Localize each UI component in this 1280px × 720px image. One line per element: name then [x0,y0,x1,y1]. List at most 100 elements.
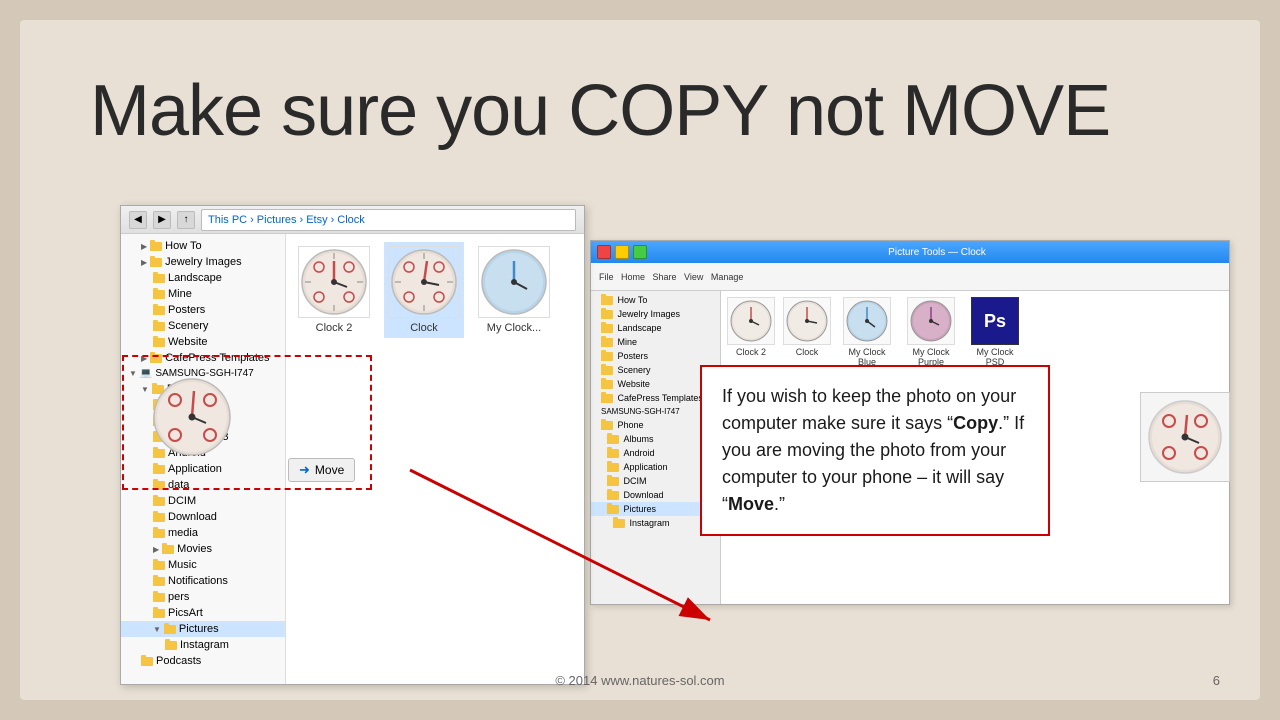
ss-thumb-img-2 [783,297,831,345]
red-arrow [390,450,770,665]
fe-tree-landscape[interactable]: Landscape [121,270,285,286]
ss-thumb-4: My Clock Purple [903,297,959,367]
tree-label: Movies [177,543,212,555]
fe-tree-website[interactable]: Website [121,334,285,350]
folder-icon [153,306,165,315]
breadcrumb-part-3[interactable]: Etsy [306,214,327,226]
fe-thumb-myclk[interactable]: My Clock... [474,242,554,338]
tree-label: Mine [168,288,192,300]
fe-tree-podcasts[interactable]: Podcasts [121,653,285,669]
move-tooltip: ➜ Move [288,458,355,482]
info-text-end: .” [774,494,785,514]
folder-icon [153,529,165,538]
ss-thumb-img-4 [907,297,955,345]
folder-icon [153,274,165,283]
fe-tree-picsart[interactable]: PicsArt [121,605,285,621]
fe-thumb-label-clock: Clock [410,322,438,334]
fe-thumb-clock[interactable]: Clock [384,242,464,338]
fe-tree-instagram[interactable]: Instagram [121,637,285,653]
move-arrow-icon: ➜ [299,462,310,478]
fe-thumb-img-clock2 [298,246,370,318]
close-btn[interactable] [597,245,611,259]
breadcrumb[interactable]: This PC › Pictures › Etsy › Clock [201,209,576,231]
ss-item: Posters [591,349,720,363]
fe-thumb-clock2[interactable]: Clock 2 [294,242,374,338]
tree-label: media [168,527,198,539]
tree-label: Download [168,511,217,523]
fe-tree-download[interactable]: Download [121,509,285,525]
expand-icon: ▶ [153,545,159,554]
ss-thumbnails: Clock 2 Clock [727,297,1223,367]
fe-tree-music[interactable]: Music [121,557,285,573]
ss-thumb-label-5: My Clock PSD [967,347,1023,367]
tree-label: Podcasts [156,655,201,667]
fe-tree-pictures[interactable]: ▼ Pictures [121,621,285,637]
folder-icon [164,625,176,634]
fe-titlebar: ◀ ▶ ↑ This PC › Pictures › Etsy › Clock [121,206,584,234]
breadcrumb-part-4[interactable]: Clock [337,214,365,226]
folder-icon [153,593,165,602]
toolbar-tabs: File Home Share View Manage [595,272,747,282]
ss-item: How To [591,293,720,307]
ss-thumb-label-1: Clock 2 [736,347,766,357]
fe-tree-jewelry[interactable]: ▶ Jewelry Images [121,254,285,270]
forward-btn[interactable]: ▶ [153,211,171,229]
ss-item: Landscape [591,321,720,335]
fe-tree-pers[interactable]: pers [121,589,285,605]
ss-thumb-img-1 [727,297,775,345]
max-btn[interactable] [633,245,647,259]
folder-icon [141,657,153,666]
folder-icon [153,513,165,522]
tree-label: DCIM [168,495,196,507]
breadcrumb-part-2[interactable]: Pictures [257,214,297,226]
ss-thumb-5: Ps My Clock PSD [967,297,1023,367]
fe-tree-posters[interactable]: Posters [121,302,285,318]
tree-label: pers [168,591,189,603]
ss-thumb-img-3 [843,297,891,345]
folder-icon [165,641,177,650]
breadcrumb-part-1[interactable]: This PC [208,214,247,226]
fe-tree-dcim[interactable]: DCIM [121,493,285,509]
fe-tree-mine[interactable]: Mine [121,286,285,302]
fe-thumb-img-clock [388,246,460,318]
ss-item: Mine [591,335,720,349]
fe-tree-scenery[interactable]: Scenery [121,318,285,334]
folder-icon [150,242,162,251]
ss-thumb-img-5: Ps [971,297,1019,345]
folder-icon [153,290,165,299]
folder-icon [153,322,165,331]
fe-tree-movies[interactable]: ▶ Movies [121,541,285,557]
min-btn[interactable] [615,245,629,259]
ss-thumb-1: Clock 2 [727,297,775,367]
main-title: Make sure you COPY not MOVE [90,70,1110,152]
up-btn[interactable]: ↑ [177,211,195,229]
back-btn[interactable]: ◀ [129,211,147,229]
fe-thumb-label-clock2: Clock 2 [316,322,353,334]
ss-thumb-label-4: My Clock Purple [903,347,959,367]
dragging-clock [150,375,235,460]
tree-label: Notifications [168,575,228,587]
folder-icon [153,609,165,618]
ss-item: Jewelry Images [591,307,720,321]
tree-label: Scenery [168,320,208,332]
fe-thumb-img-myclk [478,246,550,318]
expand-icon: ▼ [153,625,161,634]
fe-tree-media[interactable]: media [121,525,285,541]
folder-icon [153,338,165,347]
fe-thumb-label-myclk: My Clock... [487,322,541,334]
folder-icon [153,561,165,570]
screenshot-title: Picture Tools — Clock [651,247,1223,258]
expand-icon: ▶ [141,242,147,251]
tree-label: Landscape [168,272,222,284]
tree-label: Website [168,336,208,348]
tree-label: Music [168,559,197,571]
tree-label: Pictures [179,623,219,635]
tree-label: PicsArt [168,607,203,619]
expand-icon: ▶ [141,258,147,267]
clock-large-thumbnail [1140,392,1230,482]
fe-tree-notifications[interactable]: Notifications [121,573,285,589]
copyright-text: © 2014 www.natures-sol.com [555,673,724,688]
ss-thumb-label-2: Clock [796,347,819,357]
copy-word: Copy [953,413,998,433]
fe-tree-how-to[interactable]: ▶ How To [121,238,285,254]
